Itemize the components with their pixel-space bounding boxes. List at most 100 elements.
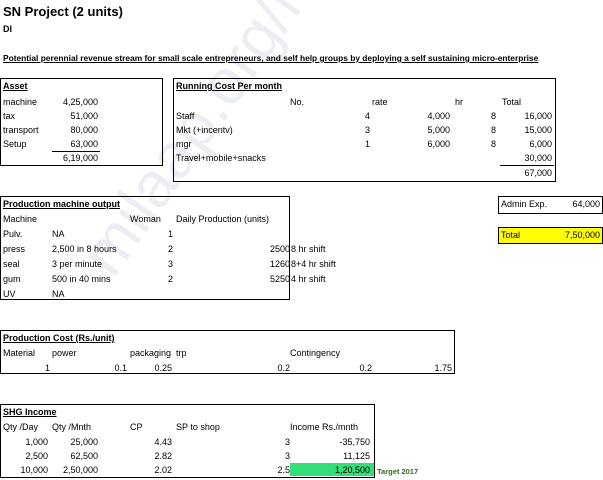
shg-qty-month: 62,500	[70, 451, 98, 461]
production-rate: NA	[52, 289, 65, 299]
production-output-box	[0, 196, 290, 300]
production-rate: 3 per minute	[52, 259, 103, 269]
production-rate: 2,500 in 8 hours	[52, 244, 117, 254]
shg-sp: 2.5	[277, 465, 290, 475]
shg-qty-day: 1,000	[25, 437, 48, 447]
shg-income: 11,125	[343, 451, 370, 461]
target-label: Target 2017	[377, 467, 419, 476]
production-cost-header: power	[52, 348, 77, 358]
production-cost-value: 1	[44, 363, 50, 373]
production-output-heading: Production machine output	[3, 199, 120, 209]
running-cost-heading: Running Cost Per month	[176, 81, 282, 91]
asset-value-setup: 63,000	[70, 139, 98, 149]
running-cost-rate: 5,000	[427, 125, 450, 135]
running-cost-no: 3	[364, 125, 370, 135]
production-cost-header: packaging	[130, 348, 172, 358]
shg-income: -35,750	[339, 437, 370, 447]
shg-qty-day: 10,000	[20, 465, 48, 475]
production-col-woman: Woman	[130, 214, 161, 224]
production-machine: gum	[3, 274, 21, 284]
production-col-machine: Machine	[3, 214, 38, 224]
total-value: 7,50,000	[564, 230, 600, 240]
running-cost-col-total: Total	[502, 97, 522, 107]
running-cost-label: Travel+mobile+snacks	[176, 153, 266, 163]
production-rate: NA	[52, 229, 65, 239]
production-woman: 3	[168, 259, 174, 269]
shg-qty-day: 2,500	[25, 451, 48, 461]
asset-heading: Asset	[3, 81, 28, 91]
production-daily: 5250	[269, 274, 290, 284]
running-cost-label: Staff	[176, 111, 195, 121]
production-cost-value: 0.25	[154, 363, 172, 373]
production-cost-value: 1.75	[434, 363, 452, 373]
running-cost-sum-line	[500, 165, 554, 166]
production-woman: 2	[168, 244, 174, 254]
admin-exp-label: Admin Exp.	[501, 199, 548, 209]
running-cost-col-no: No.	[290, 97, 305, 107]
asset-value-tax: 51,000	[70, 111, 98, 121]
running-cost-col-rate: rate	[372, 97, 388, 107]
shg-cp: 2.02	[154, 465, 172, 475]
running-cost-hr: 8	[490, 111, 496, 121]
running-cost-label: Mkt (+incentv)	[176, 125, 233, 135]
asset-label-setup: Setup	[3, 139, 27, 149]
running-cost-label: mgr	[176, 139, 192, 149]
running-cost-grand-total: 67,000	[524, 168, 552, 178]
page-subtitle: DI	[3, 24, 12, 34]
asset-label-transport: transport	[3, 125, 39, 135]
shg-col-cp: CP	[130, 422, 143, 432]
page-title: SN Project (2 units)	[3, 4, 123, 19]
shg-col-income: Income Rs./mnth	[290, 422, 359, 432]
running-cost-total: 16,000	[524, 111, 552, 121]
production-shift-note: 8 hr shift	[291, 244, 326, 254]
production-machine: seal	[3, 259, 20, 269]
running-cost-total: 15,000	[524, 125, 552, 135]
asset-total: 6,19,000	[62, 153, 98, 163]
production-cost-value: 0.2	[277, 363, 290, 373]
running-cost-no: 1	[364, 139, 370, 149]
production-col-daily: Daily Production (units)	[176, 214, 270, 224]
production-shift-note: 4 hr shift	[291, 274, 326, 284]
production-cost-header: Contingency	[290, 348, 341, 358]
total-label: Total	[501, 230, 521, 240]
shg-qty-month: 25,000	[70, 437, 98, 447]
production-cost-heading: Production Cost (Rs./unit)	[3, 333, 115, 343]
production-woman: 2	[168, 274, 174, 284]
shg-income: 1,20,500	[334, 465, 370, 475]
running-cost-total: 6,000	[529, 139, 552, 149]
production-rate: 500 in 40 mins	[52, 274, 111, 284]
production-daily: 1260	[269, 259, 290, 269]
shg-col-sp: SP to shop	[176, 422, 220, 432]
asset-sum-line	[52, 151, 100, 152]
asset-label-machine: machine	[3, 97, 38, 107]
production-cost-value: 0.1	[114, 363, 127, 373]
production-cost-header: trp	[176, 348, 187, 358]
running-cost-hr: 8	[490, 139, 496, 149]
shg-cp: 2.82	[154, 451, 172, 461]
production-machine: press	[3, 244, 26, 254]
shg-cp: 4.43	[154, 437, 172, 447]
admin-exp-value: 64,000	[572, 199, 600, 209]
running-cost-rate: 6,000	[427, 139, 450, 149]
shg-qty-month: 2,50,000	[62, 465, 98, 475]
asset-value-machine: 4,25,000	[62, 97, 98, 107]
production-shift-note: 8+4 hr shift	[291, 259, 336, 269]
production-cost-value: 0.2	[359, 363, 372, 373]
production-woman: 1	[168, 229, 174, 239]
shg-col-qty-month: Qty /Mnth	[52, 422, 92, 432]
running-cost-rate: 4,000	[427, 111, 450, 121]
production-machine: Pulv.	[3, 229, 23, 239]
shg-sp: 3	[284, 451, 290, 461]
shg-income-heading: SHG Income	[3, 407, 57, 417]
shg-col-qty-day: Qty /Day	[3, 422, 39, 432]
asset-label-tax: tax	[3, 111, 16, 121]
asset-value-transport: 80,000	[70, 125, 98, 135]
page-description: Potential perennial revenue stream for s…	[3, 53, 539, 63]
production-cost-header: Material	[3, 348, 36, 358]
running-cost-hr: 8	[490, 125, 496, 135]
running-cost-col-hr: hr	[455, 97, 464, 107]
production-daily: 2500	[269, 244, 290, 254]
production-machine: UV	[3, 289, 16, 299]
running-cost-total: 30,000	[524, 153, 552, 163]
shg-sp: 3	[284, 437, 290, 447]
